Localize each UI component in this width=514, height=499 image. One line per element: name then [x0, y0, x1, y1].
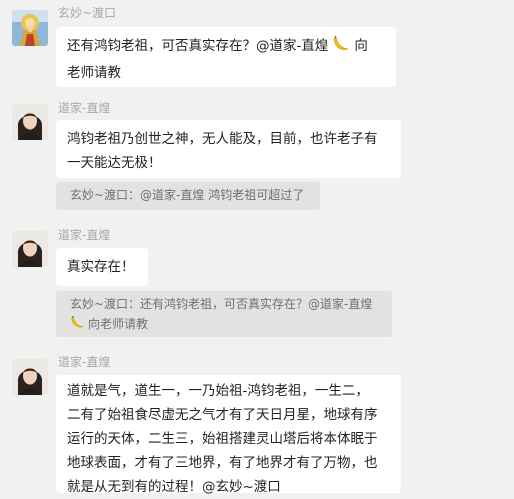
message-bubble[interactable]: 道就是气，道生一，一乃始祖-鸿钧老祖，一生二， 二有了始祖食尽虚无之气才有了天日… [56, 375, 401, 495]
quoted-message[interactable]: 玄妙~渡口：还有鸿钧老祖，可否真实存在？@道家-直煌 向老师请教 [56, 291, 392, 337]
deity-avatar-icon [12, 10, 48, 46]
avatar-daojia[interactable] [12, 231, 48, 267]
sender-name: 道家-直煌 [58, 355, 111, 369]
avatar-daojia[interactable] [12, 359, 48, 395]
quoted-message[interactable]: 玄妙~渡口：@道家-直煌 鸿钧老祖可超过了 [56, 182, 320, 210]
message-bubble[interactable]: 鸿钧老祖乃创世之神，无人能及，目前，也许老子有 一天能达无极！ [56, 120, 401, 178]
sender-name: 玄妙~渡口 [58, 6, 117, 20]
banana-emoji-icon [332, 35, 350, 61]
avatar-xuanmiao[interactable] [12, 10, 48, 46]
message-line: 还有鸿钧老祖，可否真实存在？@道家-直煌 向 [67, 34, 386, 61]
avatar-daojia[interactable] [12, 104, 48, 140]
quote-line: 向老师请教 [70, 314, 382, 336]
message-text: 还有鸿钧老祖，可否真实存在？@道家-直煌 [67, 38, 329, 54]
quote-text: 玄妙~渡口：@道家-直煌 鸿钧老祖可超过了 [70, 188, 305, 202]
message-text: 二有了始祖食尽虚无之气才有了天日月星，地球有序 [67, 407, 378, 423]
person-avatar-icon [12, 359, 48, 395]
message-text: 地球表面，才有了三地界，有了地界才有了万物，也 [67, 455, 378, 471]
quote-text: 玄妙~渡口：还有鸿钧老祖，可否真实存在？@道家-直煌 [70, 297, 373, 311]
banana-emoji-icon [70, 315, 85, 336]
message-text: 老师请教 [67, 65, 121, 81]
sender-name: 道家-直煌 [58, 228, 111, 242]
message-text: 向 [354, 38, 368, 54]
person-avatar-icon [12, 104, 48, 140]
quote-text: 向老师请教 [88, 317, 149, 331]
message-text: 道就是气，道生一，一乃始祖-鸿钧老祖，一生二， [67, 383, 369, 399]
message-text: 一天能达无极！ [67, 155, 162, 171]
message-text: 鸿钧老祖乃创世之神，无人能及，目前，也许老子有 [67, 131, 378, 147]
message-text: 真实存在！ [67, 259, 135, 275]
sender-name: 道家-直煌 [58, 101, 111, 115]
person-avatar-icon [12, 231, 48, 267]
message-text: 就是从无到有的过程！@玄妙~渡口 [67, 479, 281, 495]
message-bubble[interactable]: 还有鸿钧老祖，可否真实存在？@道家-直煌 向 老师请教 [56, 27, 396, 87]
message-text: 运行的天体，二生三，始祖搭建灵山塔后将本体眠于 [67, 431, 378, 447]
message-bubble[interactable]: 真实存在！ [56, 248, 148, 286]
